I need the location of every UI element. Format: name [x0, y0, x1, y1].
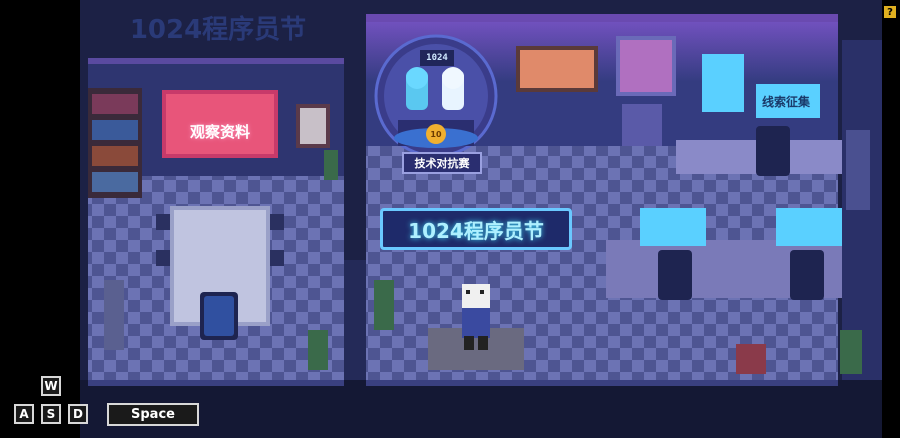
bookshelf — [88, 88, 142, 198]
clue-collection-sign[interactable]: 线索征集 — [752, 86, 820, 116]
main-banner: 1024程序员节 — [380, 208, 572, 250]
game-viewport[interactable]: 1024程序员节 观察资料 1024 10 技术对抗赛 1024程序员节 线索征… — [80, 0, 882, 438]
help-button[interactable]: ? — [884, 6, 896, 18]
key-a-button[interactable]: A — [14, 404, 34, 424]
coin-label: 10 — [430, 129, 442, 139]
key-w-button[interactable]: W — [41, 376, 61, 396]
space-button[interactable]: Space — [107, 403, 199, 426]
key-s-button[interactable]: S — [41, 404, 61, 424]
key-d-button[interactable]: D — [68, 404, 88, 424]
meeting-table — [156, 206, 284, 340]
observe-sign[interactable]: 观察资料 — [166, 116, 274, 146]
watermark-title: 1024程序员节 — [129, 14, 307, 45]
trophy-label: 1024 — [420, 50, 454, 66]
tech-battle-sign[interactable]: 技术对抗赛 — [402, 152, 482, 174]
